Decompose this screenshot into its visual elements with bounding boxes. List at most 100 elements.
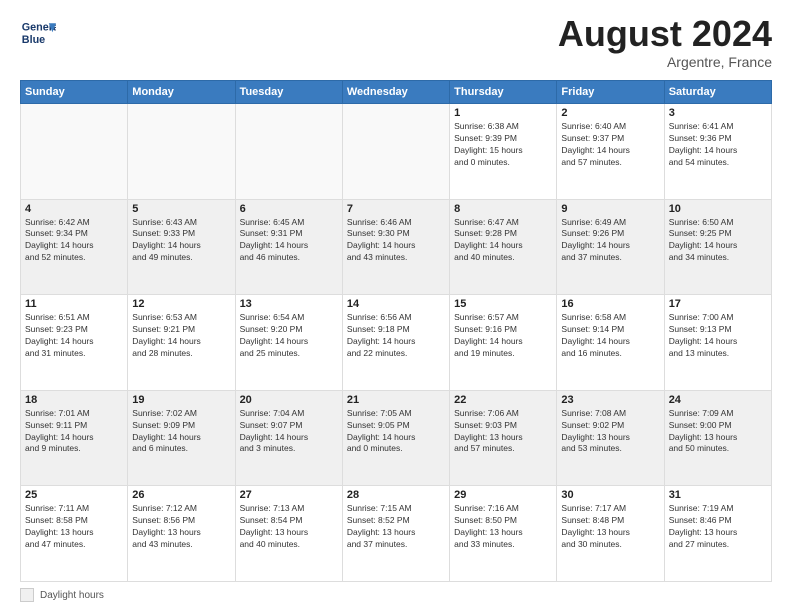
col-saturday: Saturday: [664, 81, 771, 104]
table-row: [342, 104, 449, 200]
day-number: 25: [25, 489, 123, 501]
page: General Blue August 2024 Argentre, Franc…: [0, 0, 792, 612]
table-row: 4 Sunrise: 6:42 AM Sunset: 9:34 PM Daylig…: [21, 199, 128, 295]
day-info: Sunrise: 7:01 AM Sunset: 9:11 PM Dayligh…: [25, 408, 123, 456]
day-number: 13: [240, 298, 338, 310]
table-row: 31 Sunrise: 7:19 AM Sunset: 8:46 PM Dayli…: [664, 486, 771, 582]
table-row: 1 Sunrise: 6:38 AM Sunset: 9:39 PM Daylig…: [450, 104, 557, 200]
day-info: Sunrise: 7:09 AM Sunset: 9:00 PM Dayligh…: [669, 408, 767, 456]
day-number: 5: [132, 203, 230, 215]
day-info: Sunrise: 7:12 AM Sunset: 8:56 PM Dayligh…: [132, 503, 230, 551]
table-row: 18Sunrise: 7:01 AM Sunset: 9:11 PM Dayli…: [21, 390, 128, 486]
day-number: 17: [669, 298, 767, 310]
day-info: Sunrise: 6:53 AM Sunset: 9:21 PM Dayligh…: [132, 312, 230, 360]
day-number: 10: [669, 203, 767, 215]
table-row: 2Sunrise: 6:40 AM Sunset: 9:37 PM Daylig…: [557, 104, 664, 200]
calendar-week-row: 1 Sunrise: 6:38 AM Sunset: 9:39 PM Daylig…: [21, 104, 772, 200]
day-number: 6: [240, 203, 338, 215]
day-info: Sunrise: 6:43 AM Sunset: 9:33 PM Dayligh…: [132, 217, 230, 265]
table-row: 11Sunrise: 6:51 AM Sunset: 9:23 PM Dayli…: [21, 295, 128, 391]
table-row: 20 Sunrise: 7:04 AM Sunset: 9:07 PM Dayli…: [235, 390, 342, 486]
day-number: 16: [561, 298, 659, 310]
table-row: 27 Sunrise: 7:13 AM Sunset: 8:54 PM Dayli…: [235, 486, 342, 582]
day-number: 14: [347, 298, 445, 310]
day-info: Sunrise: 6:58 AM Sunset: 9:14 PM Dayligh…: [561, 312, 659, 360]
table-row: 30Sunrise: 7:17 AM Sunset: 8:48 PM Dayli…: [557, 486, 664, 582]
table-row: 24 Sunrise: 7:09 AM Sunset: 9:00 PM Dayli…: [664, 390, 771, 486]
day-info: Sunrise: 7:11 AM Sunset: 8:58 PM Dayligh…: [25, 503, 123, 551]
day-info: Sunrise: 6:51 AM Sunset: 9:23 PM Dayligh…: [25, 312, 123, 360]
calendar-header-row: Sunday Monday Tuesday Wednesday Thursday…: [21, 81, 772, 104]
day-number: 23: [561, 394, 659, 406]
day-number: 19: [132, 394, 230, 406]
col-tuesday: Tuesday: [235, 81, 342, 104]
table-row: 16 Sunrise: 6:58 AM Sunset: 9:14 PM Dayli…: [557, 295, 664, 391]
day-info: Sunrise: 7:15 AM Sunset: 8:52 PM Dayligh…: [347, 503, 445, 551]
table-row: 17 Sunrise: 7:00 AM Sunset: 9:13 PM Dayli…: [664, 295, 771, 391]
day-number: 20: [240, 394, 338, 406]
day-info: Sunrise: 7:05 AM Sunset: 9:05 PM Dayligh…: [347, 408, 445, 456]
day-info: Sunrise: 6:49 AM Sunset: 9:26 PM Dayligh…: [561, 217, 659, 265]
day-info: Sunrise: 6:38 AM Sunset: 9:39 PM Dayligh…: [454, 121, 552, 169]
day-info: Sunrise: 7:19 AM Sunset: 8:46 PM Dayligh…: [669, 503, 767, 551]
table-row: 9 Sunrise: 6:49 AM Sunset: 9:26 PM Daylig…: [557, 199, 664, 295]
table-row: 22Sunrise: 7:06 AM Sunset: 9:03 PM Dayli…: [450, 390, 557, 486]
table-row: 21 Sunrise: 7:05 AM Sunset: 9:05 PM Dayli…: [342, 390, 449, 486]
col-wednesday: Wednesday: [342, 81, 449, 104]
day-info: Sunrise: 6:56 AM Sunset: 9:18 PM Dayligh…: [347, 312, 445, 360]
day-number: 7: [347, 203, 445, 215]
day-number: 12: [132, 298, 230, 310]
day-info: Sunrise: 6:57 AM Sunset: 9:16 PM Dayligh…: [454, 312, 552, 360]
day-number: 27: [240, 489, 338, 501]
day-info: Sunrise: 6:54 AM Sunset: 9:20 PM Dayligh…: [240, 312, 338, 360]
table-row: 26Sunrise: 7:12 AM Sunset: 8:56 PM Dayli…: [128, 486, 235, 582]
day-info: Sunrise: 7:13 AM Sunset: 8:54 PM Dayligh…: [240, 503, 338, 551]
table-row: 23 Sunrise: 7:08 AM Sunset: 9:02 PM Dayli…: [557, 390, 664, 486]
table-row: [235, 104, 342, 200]
table-row: [21, 104, 128, 200]
calendar-week-row: 11Sunrise: 6:51 AM Sunset: 9:23 PM Dayli…: [21, 295, 772, 391]
table-row: 5 Sunrise: 6:43 AM Sunset: 9:33 PM Daylig…: [128, 199, 235, 295]
table-row: 29Sunrise: 7:16 AM Sunset: 8:50 PM Dayli…: [450, 486, 557, 582]
day-info: Sunrise: 7:00 AM Sunset: 9:13 PM Dayligh…: [669, 312, 767, 360]
col-sunday: Sunday: [21, 81, 128, 104]
day-number: 3: [669, 107, 767, 119]
day-number: 1: [454, 107, 552, 119]
calendar-week-row: 25 Sunrise: 7:11 AM Sunset: 8:58 PM Dayli…: [21, 486, 772, 582]
day-info: Sunrise: 7:02 AM Sunset: 9:09 PM Dayligh…: [132, 408, 230, 456]
day-number: 9: [561, 203, 659, 215]
col-thursday: Thursday: [450, 81, 557, 104]
col-monday: Monday: [128, 81, 235, 104]
day-number: 24: [669, 394, 767, 406]
day-number: 2: [561, 107, 659, 119]
day-number: 8: [454, 203, 552, 215]
table-row: 6Sunrise: 6:45 AM Sunset: 9:31 PM Daylig…: [235, 199, 342, 295]
subtitle: Argentre, France: [558, 54, 772, 70]
logo-icon: General Blue: [20, 16, 56, 52]
col-friday: Friday: [557, 81, 664, 104]
table-row: 8 Sunrise: 6:47 AM Sunset: 9:28 PM Daylig…: [450, 199, 557, 295]
day-number: 28: [347, 489, 445, 501]
day-info: Sunrise: 7:08 AM Sunset: 9:02 PM Dayligh…: [561, 408, 659, 456]
table-row: 15Sunrise: 6:57 AM Sunset: 9:16 PM Dayli…: [450, 295, 557, 391]
table-row: 19 Sunrise: 7:02 AM Sunset: 9:09 PM Dayli…: [128, 390, 235, 486]
day-info: Sunrise: 6:46 AM Sunset: 9:30 PM Dayligh…: [347, 217, 445, 265]
day-info: Sunrise: 7:04 AM Sunset: 9:07 PM Dayligh…: [240, 408, 338, 456]
table-row: 28 Sunrise: 7:15 AM Sunset: 8:52 PM Dayli…: [342, 486, 449, 582]
day-info: Sunrise: 6:50 AM Sunset: 9:25 PM Dayligh…: [669, 217, 767, 265]
day-info: Sunrise: 6:42 AM Sunset: 9:34 PM Dayligh…: [25, 217, 123, 265]
day-number: 21: [347, 394, 445, 406]
day-number: 29: [454, 489, 552, 501]
calendar-week-row: 18Sunrise: 7:01 AM Sunset: 9:11 PM Dayli…: [21, 390, 772, 486]
svg-text:Blue: Blue: [22, 34, 45, 46]
day-number: 31: [669, 489, 767, 501]
logo: General Blue: [20, 16, 56, 52]
day-number: 4: [25, 203, 123, 215]
legend-box: [20, 588, 34, 602]
title-section: August 2024 Argentre, France: [558, 16, 772, 70]
table-row: 3Sunrise: 6:41 AM Sunset: 9:36 PM Daylig…: [664, 104, 771, 200]
table-row: 14 Sunrise: 6:56 AM Sunset: 9:18 PM Dayli…: [342, 295, 449, 391]
day-number: 30: [561, 489, 659, 501]
day-info: Sunrise: 6:47 AM Sunset: 9:28 PM Dayligh…: [454, 217, 552, 265]
month-title: August 2024: [558, 16, 772, 52]
